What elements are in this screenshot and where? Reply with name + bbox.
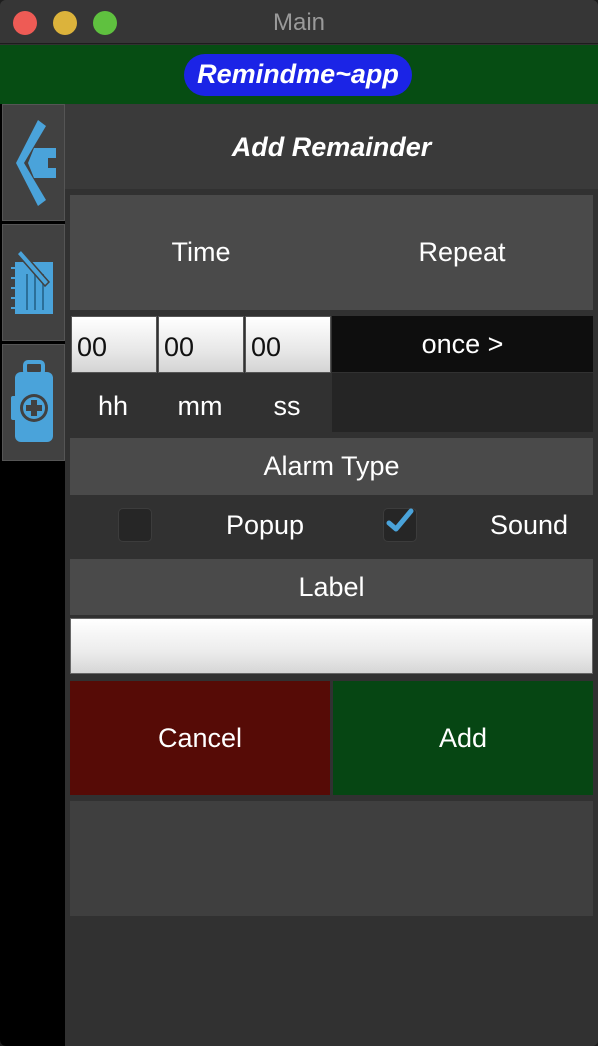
hours-label: hh [97,391,129,421]
sidebar-back-button[interactable] [2,104,65,221]
back-arrow-icon [15,119,56,206]
seconds-input[interactable] [245,316,331,373]
time-header: Time [171,237,231,267]
sound-checkbox[interactable] [383,508,417,542]
notepad-icon [10,248,53,314]
repeat-spacer [332,373,593,432]
add-reminder-panel: Add Remainder Time Repeat once > hh mm s… [65,104,598,1046]
repeat-selector[interactable]: once > [332,316,593,372]
app-name: Remindme~app [197,59,399,89]
sidebar-medical-button[interactable] [2,344,65,461]
label-input[interactable] [70,618,593,674]
hours-input[interactable] [71,316,157,373]
minutes-label: mm [177,391,223,421]
cancel-button[interactable]: Cancel [70,681,330,795]
popup-label: Popup [225,510,305,540]
seconds-label: ss [273,391,301,421]
medical-kit-icon [10,359,53,442]
sidebar-notes-button[interactable] [2,224,65,341]
empty-panel [70,801,593,916]
label-header: Label [70,559,593,615]
minutes-input[interactable] [158,316,244,373]
popup-checkbox[interactable] [118,508,152,542]
app-window: Main Remindme~app Add Remainder Time Rep… [0,0,598,1046]
alarm-type-header: Alarm Type [70,438,593,495]
app-banner: Remindme~app [0,45,598,104]
page-title: Add Remainder [65,104,598,189]
sidebar [0,104,65,1046]
title-bar: Main [0,0,598,44]
window-title: Main [272,9,326,36]
add-button[interactable]: Add [333,681,593,795]
repeat-header: Repeat [418,237,506,267]
sound-label: Sound [489,510,569,540]
app-logo: Remindme~app [184,54,412,96]
checkmark-icon [386,508,414,532]
